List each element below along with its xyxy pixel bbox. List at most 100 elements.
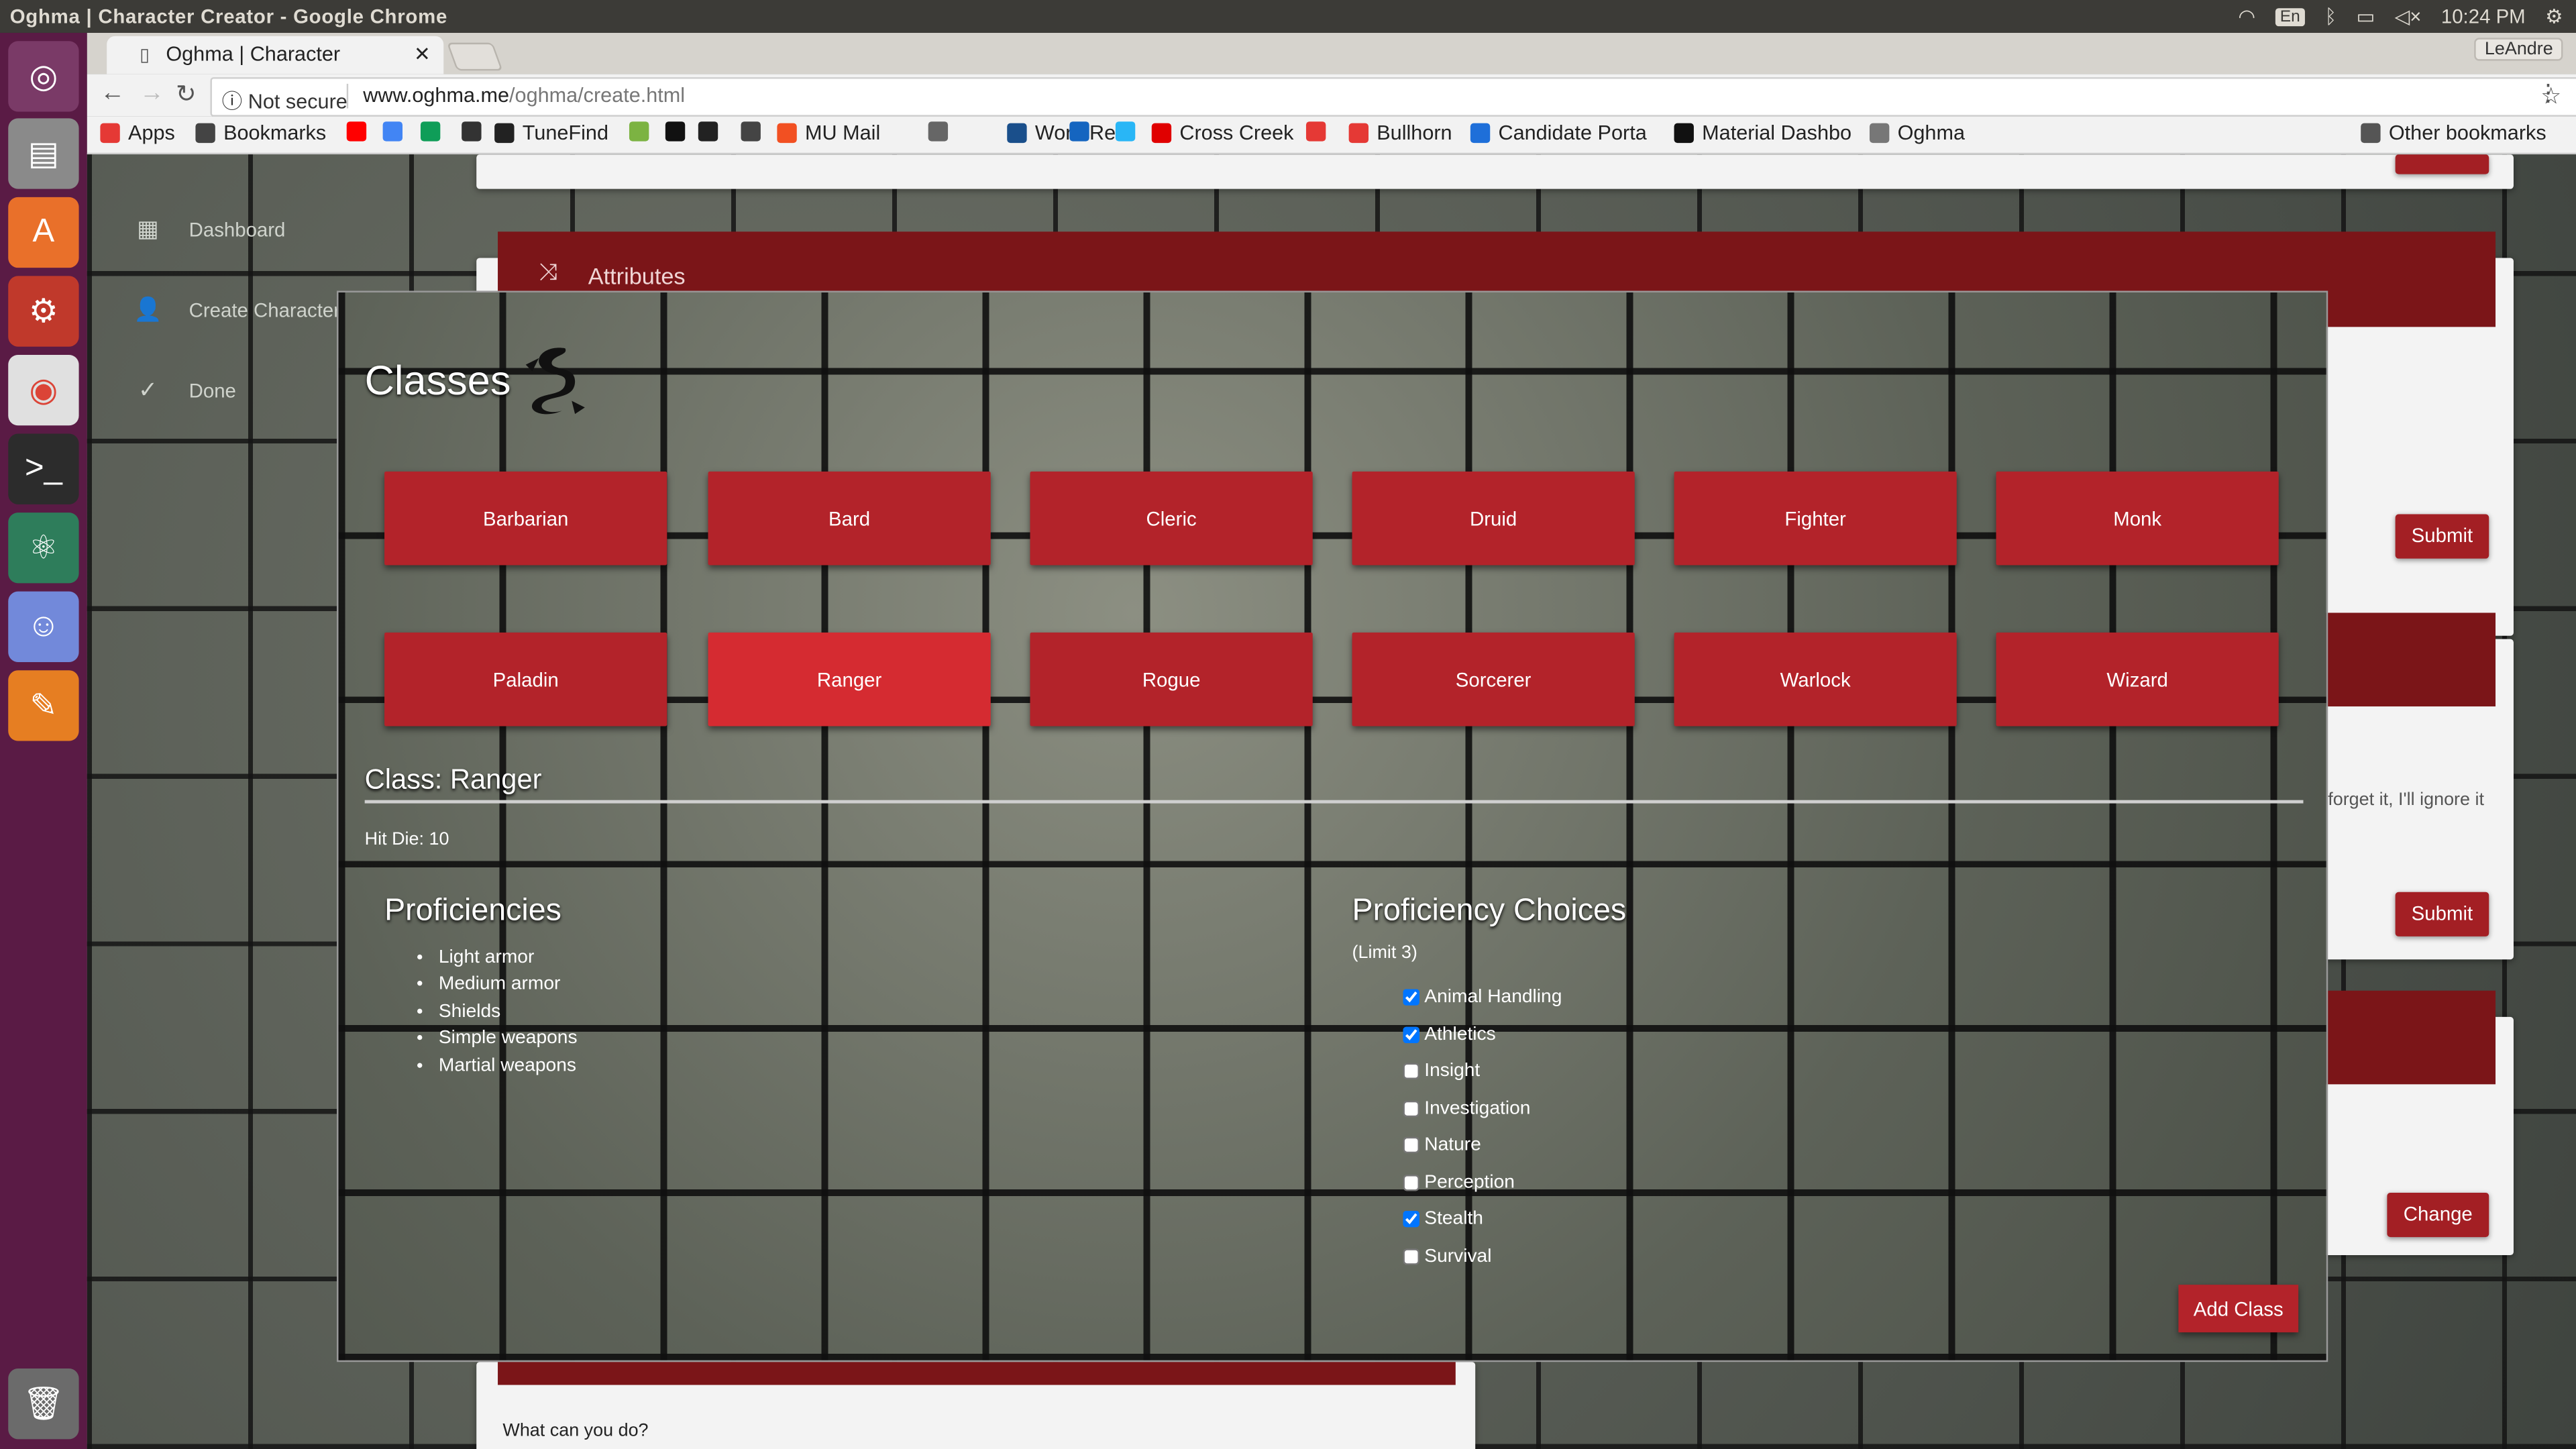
class-button-cleric[interactable]: Cleric [1030, 471, 1313, 566]
footer-question: What can you do? [502, 1421, 649, 1441]
terminal-icon[interactable]: >_ [8, 433, 79, 504]
choice-checkbox[interactable] [1403, 1248, 1419, 1265]
bookmark-material-dashbo[interactable]: Material Dashbo [1674, 121, 1851, 145]
bookmark-favicon[interactable] [420, 121, 441, 142]
battery-icon[interactable]: ▭ [2357, 5, 2375, 28]
bookmark-favicon[interactable] [462, 121, 482, 142]
nav-dashboard[interactable]: ▦ Dashboard [133, 215, 285, 244]
class-button-warlock[interactable]: Warlock [1674, 632, 1957, 727]
trash-icon[interactable]: 🗑 [8, 1368, 79, 1440]
choice-checkbox[interactable] [1403, 989, 1419, 1006]
bookmark-favicon[interactable] [665, 121, 686, 142]
bookmark-cross-creek[interactable]: Cross Creek [1151, 121, 1294, 145]
choice-checkbox[interactable] [1403, 1137, 1419, 1154]
choice-checkbox[interactable] [1403, 1211, 1419, 1228]
choice-checkbox[interactable] [1403, 1026, 1419, 1043]
atom-editor-icon[interactable]: ⚛ [8, 513, 79, 584]
add-class-button[interactable]: Add Class [2178, 1285, 2299, 1333]
submit-button-2[interactable]: Submit [2395, 892, 2489, 936]
bookmark-favicon[interactable] [1069, 121, 1089, 142]
bookmark-favicon[interactable] [1305, 121, 1326, 142]
security-indicator[interactable]: ⓘ Not secure [222, 84, 347, 115]
class-button-fighter[interactable]: Fighter [1674, 471, 1957, 566]
choice-animal-handling[interactable]: Animal Handling [1403, 979, 1562, 1016]
modal-title: Classes [364, 358, 511, 405]
choice-label: Investigation [1424, 1098, 1531, 1119]
choice-checkbox[interactable] [1403, 1174, 1419, 1191]
bookmark-favicon[interactable] [346, 121, 367, 142]
close-tab-icon[interactable]: ✕ [414, 43, 431, 66]
proficiency-item: Light armor [439, 945, 578, 971]
bookmark-tunefind[interactable]: TuneFind [494, 121, 608, 145]
choice-perception[interactable]: Perception [1403, 1164, 1562, 1201]
favicon-icon [928, 121, 949, 142]
change-button[interactable]: Change [2387, 1192, 2489, 1238]
choice-athletics[interactable]: Athletics [1403, 1016, 1562, 1053]
choice-investigation[interactable]: Investigation [1403, 1090, 1562, 1127]
back-arrow-icon[interactable]: ← [100, 79, 125, 107]
bookmark-favicon[interactable] [698, 121, 718, 142]
bookmark-candidate-porta[interactable]: Candidate Porta [1470, 121, 1647, 145]
class-button-sorcerer[interactable]: Sorcerer [1352, 632, 1635, 727]
nav-create-character[interactable]: 👤 Create Character [133, 296, 340, 324]
choice-stealth[interactable]: Stealth [1403, 1201, 1562, 1238]
volume-icon[interactable]: ◁× [2395, 5, 2422, 28]
background-red-header [2321, 612, 2496, 707]
file-manager-icon[interactable]: ▤ [8, 118, 79, 189]
choice-checkbox[interactable] [1403, 1100, 1419, 1117]
wifi-icon[interactable]: ◠ [2238, 5, 2255, 28]
class-button-paladin[interactable]: Paladin [384, 632, 667, 727]
system-settings-icon[interactable]: ⚙ [8, 276, 79, 347]
choice-survival[interactable]: Survival [1403, 1238, 1562, 1275]
choice-checkbox[interactable] [1403, 1063, 1419, 1080]
bookmark-favicon[interactable] [741, 121, 761, 142]
settings-gear-icon[interactable]: ⚙ [2545, 5, 2563, 28]
bookmark-favicon[interactable] [382, 121, 403, 142]
bookmark-label: Bookmarks [223, 121, 327, 145]
class-button-wizard[interactable]: Wizard [1996, 632, 2279, 727]
forward-arrow-icon[interactable]: → [140, 79, 164, 107]
background-submit-button[interactable] [2395, 154, 2489, 174]
bookmark-favicon[interactable] [928, 121, 949, 142]
bookmark-word-ref[interactable]: Word Ref [1007, 121, 1122, 145]
favicon-icon [777, 123, 797, 144]
background-red-footer [498, 1362, 1456, 1385]
class-button-monk[interactable]: Monk [1996, 471, 2279, 566]
class-button-druid[interactable]: Druid [1352, 471, 1635, 566]
clock[interactable]: 10:24 PM [2441, 5, 2526, 28]
software-center-icon[interactable]: A [8, 197, 79, 268]
address-bar[interactable]: ⓘ Not secure www.oghma.me/oghma/create.h… [210, 77, 2576, 117]
tab-strip: ▯ Oghma | Character ✕ LeAndre [87, 32, 2576, 74]
text-editor-icon[interactable]: ✎ [8, 670, 79, 741]
bookmark-oghma[interactable]: Oghma [1869, 121, 1965, 145]
choice-nature[interactable]: Nature [1403, 1127, 1562, 1164]
ubuntu-logo-icon[interactable]: ◎ [8, 41, 79, 112]
class-button-rogue[interactable]: Rogue [1030, 632, 1313, 727]
reload-icon[interactable]: ↻ [176, 79, 197, 109]
favicon-icon [1869, 123, 1890, 144]
bookmark-favicon[interactable] [629, 121, 649, 142]
bookmark-mu-mail[interactable]: MU Mail [777, 121, 880, 145]
chrome-menu-icon[interactable]: ⋮ [2536, 79, 2559, 107]
nav-done[interactable]: ✓ Done [133, 376, 236, 405]
url-text[interactable]: www.oghma.me/oghma/create.html [363, 84, 685, 107]
new-tab-button[interactable] [446, 42, 503, 71]
class-button-bard[interactable]: Bard [708, 471, 991, 566]
submit-button-1[interactable]: Submit [2395, 514, 2489, 559]
bookmark-bookmarks[interactable]: Bookmarks [195, 121, 327, 145]
bookmark-other-bookmarks[interactable]: Other bookmarks [2361, 121, 2546, 145]
bluetooth-icon[interactable]: ᛒ [2324, 5, 2337, 28]
bookmark-favicon[interactable] [1115, 121, 1136, 142]
browser-tab[interactable]: ▯ Oghma | Character ✕ [107, 36, 444, 74]
discord-icon[interactable]: ☺ [8, 591, 79, 662]
bookmark-bullhorn[interactable]: Bullhorn [1348, 121, 1452, 145]
hint-text: forget it, I'll ignore it [2328, 790, 2484, 810]
choice-insight[interactable]: Insight [1403, 1053, 1562, 1090]
bookmark-apps[interactable]: Apps [100, 121, 175, 145]
chrome-icon[interactable]: ◉ [8, 354, 79, 426]
class-button-ranger[interactable]: Ranger [708, 632, 991, 727]
bookmark-label: TuneFind [522, 121, 608, 145]
keyboard-language[interactable]: En [2275, 7, 2306, 25]
profile-button[interactable]: LeAndre [2475, 38, 2563, 61]
class-button-barbarian[interactable]: Barbarian [384, 471, 667, 566]
